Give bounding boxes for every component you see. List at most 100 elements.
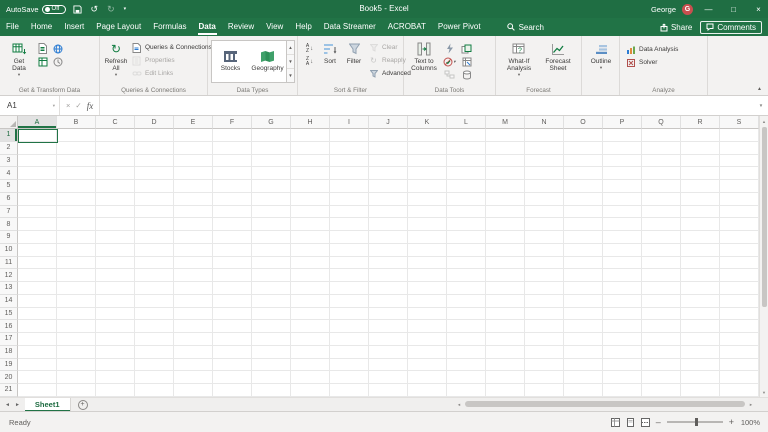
horizontal-scrollbar[interactable]: ◄ ► bbox=[455, 399, 755, 409]
cell-L8[interactable] bbox=[447, 218, 486, 231]
cell-D20[interactable] bbox=[135, 371, 174, 384]
cell-K21[interactable] bbox=[408, 384, 447, 397]
cell-K6[interactable] bbox=[408, 193, 447, 206]
column-header-L[interactable]: L bbox=[447, 116, 486, 129]
cell-B12[interactable] bbox=[57, 269, 96, 282]
cell-G19[interactable] bbox=[252, 359, 291, 372]
cell-D2[interactable] bbox=[135, 142, 174, 155]
cell-J8[interactable] bbox=[369, 218, 408, 231]
cell-N14[interactable] bbox=[525, 295, 564, 308]
cell-S8[interactable] bbox=[720, 218, 759, 231]
cell-E18[interactable] bbox=[174, 346, 213, 359]
cell-M10[interactable] bbox=[486, 244, 525, 257]
cancel-button[interactable]: × bbox=[66, 101, 70, 110]
cell-B3[interactable] bbox=[57, 155, 96, 168]
cell-C4[interactable] bbox=[96, 167, 135, 180]
cell-N11[interactable] bbox=[525, 257, 564, 270]
row-header-19[interactable]: 19 bbox=[0, 359, 18, 372]
cell-C18[interactable] bbox=[96, 346, 135, 359]
cell-D18[interactable] bbox=[135, 346, 174, 359]
text-to-columns-button[interactable]: Text to Columns bbox=[407, 39, 441, 72]
cell-E8[interactable] bbox=[174, 218, 213, 231]
cell-G11[interactable] bbox=[252, 257, 291, 270]
cell-S7[interactable] bbox=[720, 206, 759, 219]
undo-button[interactable]: ↺ bbox=[89, 0, 101, 18]
cell-S11[interactable] bbox=[720, 257, 759, 270]
cell-S16[interactable] bbox=[720, 320, 759, 333]
cell-I19[interactable] bbox=[330, 359, 369, 372]
new-sheet-button[interactable]: + bbox=[78, 400, 88, 410]
cell-K11[interactable] bbox=[408, 257, 447, 270]
column-header-Q[interactable]: Q bbox=[642, 116, 681, 129]
cell-D9[interactable] bbox=[135, 231, 174, 244]
cell-D19[interactable] bbox=[135, 359, 174, 372]
cell-K14[interactable] bbox=[408, 295, 447, 308]
row-header-5[interactable]: 5 bbox=[0, 180, 18, 193]
cell-N19[interactable] bbox=[525, 359, 564, 372]
gallery-down-button[interactable]: ▼ bbox=[287, 55, 294, 69]
cell-Q13[interactable] bbox=[642, 282, 681, 295]
cell-N8[interactable] bbox=[525, 218, 564, 231]
cell-F16[interactable] bbox=[213, 320, 252, 333]
from-web-button[interactable] bbox=[50, 42, 65, 55]
forecast-sheet-button[interactable]: Forecast Sheet bbox=[539, 39, 577, 72]
cell-J13[interactable] bbox=[369, 282, 408, 295]
cell-F12[interactable] bbox=[213, 269, 252, 282]
cell-H10[interactable] bbox=[291, 244, 330, 257]
tab-view[interactable]: View bbox=[260, 18, 289, 36]
cell-O20[interactable] bbox=[564, 371, 603, 384]
scroll-up-button[interactable]: ▲ bbox=[762, 116, 766, 126]
cell-Q2[interactable] bbox=[642, 142, 681, 155]
cell-A18[interactable] bbox=[18, 346, 57, 359]
cell-I15[interactable] bbox=[330, 308, 369, 321]
cell-B9[interactable] bbox=[57, 231, 96, 244]
sheet-tab-sheet1[interactable]: Sheet1 bbox=[25, 398, 71, 412]
cell-K3[interactable] bbox=[408, 155, 447, 168]
row-header-20[interactable]: 20 bbox=[0, 371, 18, 384]
cell-B14[interactable] bbox=[57, 295, 96, 308]
row-header-13[interactable]: 13 bbox=[0, 282, 18, 295]
cell-H20[interactable] bbox=[291, 371, 330, 384]
cell-F17[interactable] bbox=[213, 333, 252, 346]
cell-H17[interactable] bbox=[291, 333, 330, 346]
cell-A1[interactable] bbox=[18, 129, 57, 142]
cell-G21[interactable] bbox=[252, 384, 291, 397]
cell-J7[interactable] bbox=[369, 206, 408, 219]
cell-S13[interactable] bbox=[720, 282, 759, 295]
cell-R12[interactable] bbox=[681, 269, 720, 282]
cell-P5[interactable] bbox=[603, 180, 642, 193]
cell-C19[interactable] bbox=[96, 359, 135, 372]
cell-M6[interactable] bbox=[486, 193, 525, 206]
cell-A7[interactable] bbox=[18, 206, 57, 219]
cell-I12[interactable] bbox=[330, 269, 369, 282]
column-header-O[interactable]: O bbox=[564, 116, 603, 129]
cell-O19[interactable] bbox=[564, 359, 603, 372]
cell-M13[interactable] bbox=[486, 282, 525, 295]
row-header-21[interactable]: 21 bbox=[0, 384, 18, 397]
cell-N2[interactable] bbox=[525, 142, 564, 155]
cell-N17[interactable] bbox=[525, 333, 564, 346]
cell-F20[interactable] bbox=[213, 371, 252, 384]
cell-B8[interactable] bbox=[57, 218, 96, 231]
cell-R2[interactable] bbox=[681, 142, 720, 155]
cell-J17[interactable] bbox=[369, 333, 408, 346]
cell-C6[interactable] bbox=[96, 193, 135, 206]
cell-F8[interactable] bbox=[213, 218, 252, 231]
cell-O10[interactable] bbox=[564, 244, 603, 257]
select-all-button[interactable] bbox=[0, 116, 18, 129]
column-header-S[interactable]: S bbox=[720, 116, 759, 129]
cell-R17[interactable] bbox=[681, 333, 720, 346]
cell-J2[interactable] bbox=[369, 142, 408, 155]
cell-G9[interactable] bbox=[252, 231, 291, 244]
cell-I9[interactable] bbox=[330, 231, 369, 244]
cell-Q15[interactable] bbox=[642, 308, 681, 321]
row-header-12[interactable]: 12 bbox=[0, 269, 18, 282]
comments-button[interactable]: Comments bbox=[700, 21, 762, 34]
vertical-scrollbar[interactable]: ▲ ▼ bbox=[759, 116, 768, 397]
cell-S18[interactable] bbox=[720, 346, 759, 359]
cell-K9[interactable] bbox=[408, 231, 447, 244]
cell-P7[interactable] bbox=[603, 206, 642, 219]
cell-M14[interactable] bbox=[486, 295, 525, 308]
name-box[interactable]: A1 ▾ bbox=[0, 96, 60, 115]
cell-C21[interactable] bbox=[96, 384, 135, 397]
